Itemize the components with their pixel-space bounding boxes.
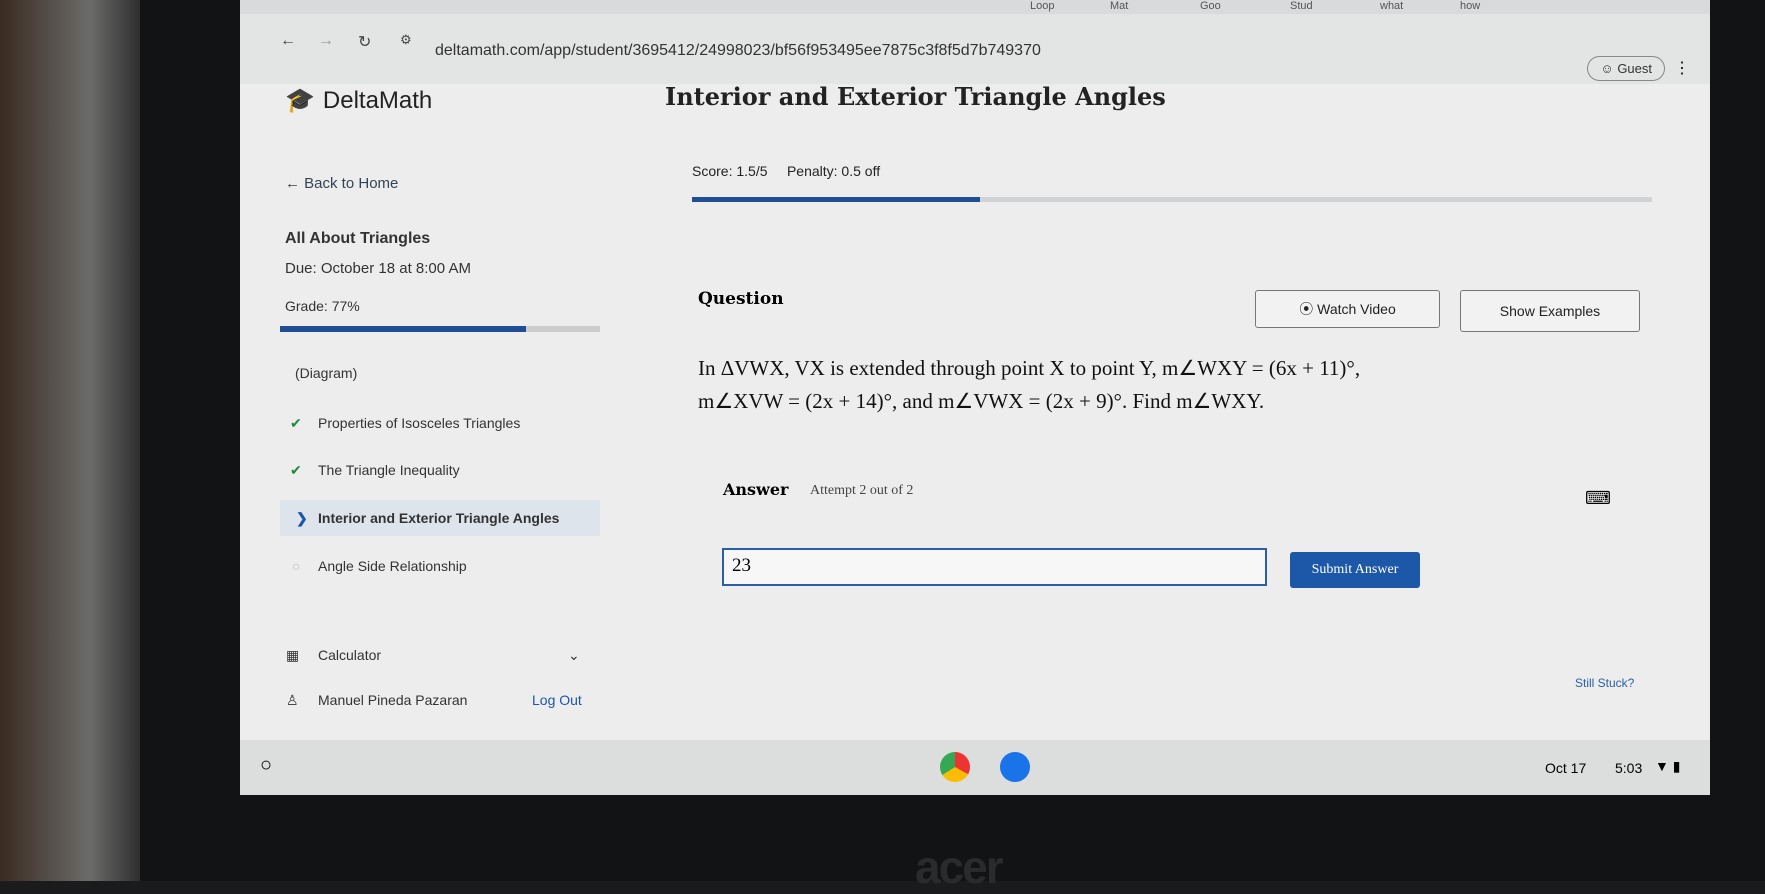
topic-label: Interior and Exterior Triangle Angles <box>318 510 560 526</box>
question-line-2: m∠XVW = (2x + 14)°, and m∠VWX = (2x + 9)… <box>698 389 1265 413</box>
show-examples-button[interactable]: Show Examples <box>1460 290 1640 332</box>
files-app-icon[interactable] <box>1000 752 1030 782</box>
score-progress-fill <box>692 197 980 202</box>
os-shelf: ○ Oct 17 5:03 ▼ ▮ <box>240 740 1710 795</box>
address-bar-area: ← → ↻ ⚙ deltamath.com/app/student/369541… <box>240 14 1710 84</box>
site-settings-icon[interactable]: ⚙ <box>400 32 412 48</box>
submit-answer-button[interactable]: Submit Answer <box>1290 552 1420 588</box>
check-icon: ✔ <box>290 415 302 431</box>
tab[interactable]: Goo <box>1200 0 1221 12</box>
chrome-icon[interactable] <box>940 752 970 782</box>
profile-label: Guest <box>1617 61 1652 76</box>
check-icon: ✔ <box>290 462 302 478</box>
graduation-cap-icon: 🎓 <box>285 87 315 114</box>
tab[interactable]: Loop <box>1030 0 1054 12</box>
topic-label: The Triangle Inequality <box>318 462 460 478</box>
menu-icon[interactable]: ⋮ <box>1674 58 1690 78</box>
answer-label: Answer <box>723 480 789 499</box>
laptop-logo: acer <box>915 841 1004 893</box>
calculator-label: Calculator <box>318 647 382 663</box>
topic-diagram[interactable]: (Diagram) <box>295 365 357 381</box>
profile-icon: ☺ <box>1600 61 1618 76</box>
score-line: Score: 1.5/5 Penalty: 0.5 off <box>692 163 880 179</box>
back-arrow-icon[interactable]: ← <box>280 32 296 50</box>
question-text: In ΔVWX, VX is extended through point X … <box>698 352 1598 418</box>
date[interactable]: Oct 17 <box>1545 760 1586 776</box>
keyboard-icon[interactable]: ⌨ <box>1585 488 1611 509</box>
topic-angle-side[interactable]: ○ Angle Side Relationship <box>292 558 467 574</box>
calculator-toggle[interactable]: ▦ Calculator ⌄ <box>286 647 580 663</box>
still-stuck-link[interactable]: Still Stuck? <box>1575 676 1634 690</box>
assignment-title: All About Triangles <box>285 230 431 247</box>
logout-link[interactable]: Log Out <box>532 692 582 708</box>
score-progress-track <box>692 197 1652 202</box>
watch-video-label: Watch Video <box>1317 301 1396 317</box>
logo-text: DeltaMath <box>322 86 433 114</box>
tab[interactable]: how <box>1460 0 1480 12</box>
penalty: Penalty: 0.5 off <box>786 163 881 179</box>
url-field[interactable]: deltamath.com/app/student/3695412/249980… <box>435 42 1041 60</box>
score: Score: 1.5/5 <box>692 163 768 179</box>
play-icon: ⦿ <box>1299 301 1318 317</box>
question-line-1: In ΔVWX, VX is extended through point X … <box>698 356 1361 380</box>
page-title: Interior and Exterior Triangle Angles <box>665 82 1166 111</box>
topic-label: Angle Side Relationship <box>318 558 467 574</box>
tab[interactable]: Mat <box>1110 0 1128 12</box>
tab-strip: Loop Mat Goo Stud what how <box>240 0 1710 14</box>
reload-icon[interactable]: ↻ <box>358 32 371 52</box>
watch-video-button[interactable]: ⦿ Watch Video <box>1255 290 1440 328</box>
wifi-battery-icon[interactable]: ▼ ▮ <box>1655 758 1680 775</box>
tab[interactable]: what <box>1380 0 1403 12</box>
back-to-home-link[interactable]: ← Back to Home <box>285 175 398 192</box>
user-name: ♙ Manuel Pineda Pazaran <box>286 692 468 708</box>
current-topic-icon: ❯ <box>296 510 308 526</box>
user-label: Manuel Pineda Pazaran <box>318 692 468 708</box>
topic-interior-exterior[interactable]: ❯ Interior and Exterior Triangle Angles <box>296 510 560 526</box>
user-icon: ♙ <box>286 692 299 708</box>
screen: Loop Mat Goo Stud what how ← → ↻ ⚙ delta… <box>240 0 1710 795</box>
topic-triangle-inequality[interactable]: ✔ The Triangle Inequality <box>290 462 460 478</box>
launcher-icon[interactable]: ○ <box>260 754 272 777</box>
back-label: Back to Home <box>304 175 399 192</box>
profile-button[interactable]: ☺ Guest <box>1587 56 1665 81</box>
topic-isosceles[interactable]: ✔ Properties of Isosceles Triangles <box>290 415 521 431</box>
forward-arrow-icon[interactable]: → <box>318 32 334 50</box>
topic-label: Properties of Isosceles Triangles <box>318 415 521 431</box>
tab[interactable]: Stud <box>1290 0 1313 12</box>
background-photo <box>0 0 150 881</box>
due-date: Due: October 18 at 8:00 AM <box>285 260 471 277</box>
grade-progress-fill <box>280 326 527 332</box>
answer-input[interactable]: 23 <box>722 548 1267 586</box>
attempt-count: Attempt 2 out of 2 <box>810 483 914 498</box>
deltamath-logo[interactable]: 🎓 DeltaMath <box>285 86 432 115</box>
question-label: Question <box>698 289 784 309</box>
calculator-icon: ▦ <box>286 647 300 663</box>
grade: Grade: 77% <box>285 298 360 314</box>
grade-progress-track <box>280 326 600 332</box>
circle-icon: ○ <box>292 558 301 574</box>
time[interactable]: 5:03 <box>1615 760 1642 776</box>
chevron-down-icon: ⌄ <box>568 647 580 663</box>
